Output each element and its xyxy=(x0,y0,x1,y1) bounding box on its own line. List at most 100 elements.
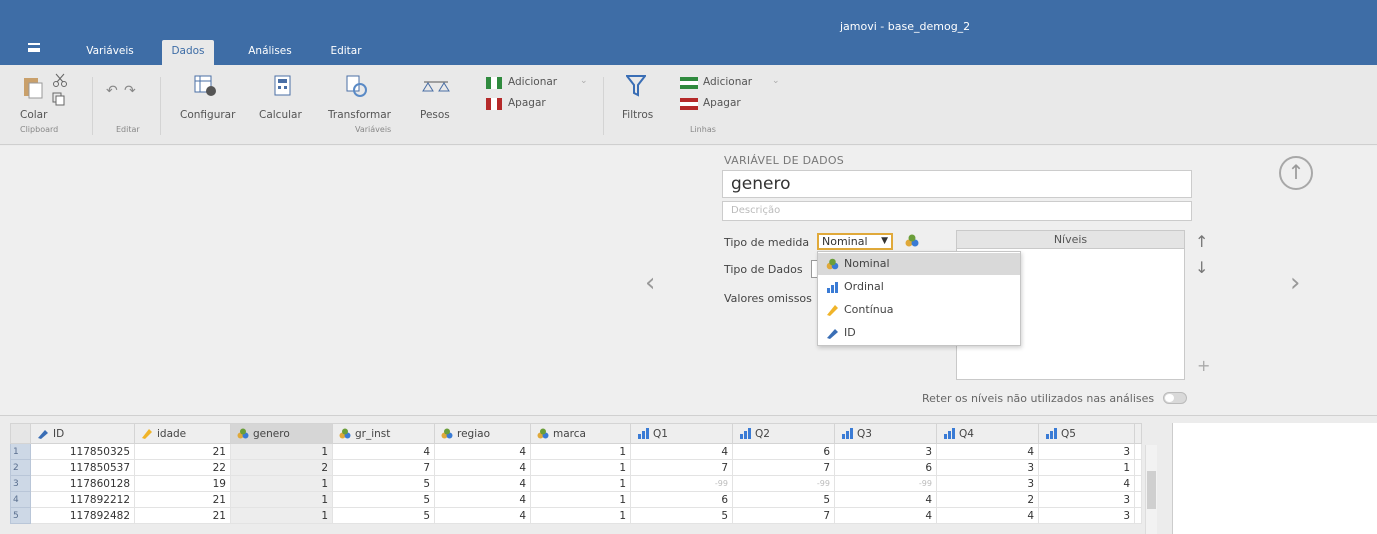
table-cell[interactable]: 21 xyxy=(134,443,231,460)
table-cell[interactable]: 4 xyxy=(434,491,531,508)
table-cell[interactable]: 6 xyxy=(732,443,835,460)
table-cell[interactable]: 1 xyxy=(530,475,631,492)
copy-icon[interactable] xyxy=(52,92,66,106)
add-row-icon[interactable] xyxy=(680,77,698,89)
column-header[interactable]: ID xyxy=(30,423,135,444)
table-cell[interactable]: 1 xyxy=(230,507,333,524)
table-cell[interactable]: 3 xyxy=(1038,443,1135,460)
table-cell[interactable]: 19 xyxy=(134,475,231,492)
table-cell[interactable]: 4 xyxy=(434,475,531,492)
tab-analises[interactable]: Análises xyxy=(240,40,300,65)
tab-variaveis[interactable]: Variáveis xyxy=(78,40,142,65)
table-cell[interactable]: 6 xyxy=(834,459,937,476)
table-cell[interactable]: 1 xyxy=(530,491,631,508)
table-cell[interactable]: 4 xyxy=(936,443,1039,460)
previous-variable-icon[interactable]: ‹ xyxy=(645,268,655,298)
table-cell[interactable]: 7 xyxy=(332,459,435,476)
table-cell[interactable]: 117850537 xyxy=(30,459,135,476)
weights-button[interactable]: Pesos xyxy=(420,109,450,121)
table-cell[interactable]: 5 xyxy=(630,507,733,524)
table-cell[interactable]: -99 xyxy=(732,475,835,492)
table-cell[interactable]: 3 xyxy=(1038,507,1135,524)
column-header[interactable]: genero xyxy=(230,423,333,444)
move-level-down-icon[interactable]: ↓ xyxy=(1195,258,1208,277)
dropdown-option-ordinal[interactable]: Ordinal xyxy=(818,276,1020,298)
table-cell[interactable]: 1 xyxy=(230,475,333,492)
table-cell[interactable]: 1 xyxy=(1038,459,1135,476)
table-cell-partial[interactable] xyxy=(1134,459,1142,476)
delete-row-icon[interactable] xyxy=(680,98,698,110)
column-header[interactable]: Q5 xyxy=(1038,423,1135,444)
filters-button[interactable]: Filtros xyxy=(622,109,653,121)
table-cell[interactable]: 4 xyxy=(834,507,937,524)
add-variable-icon[interactable] xyxy=(486,77,502,89)
add-row-dropdown-icon[interactable]: ⌄ xyxy=(772,76,780,86)
table-cell[interactable]: 7 xyxy=(732,507,835,524)
table-cell[interactable]: 4 xyxy=(834,491,937,508)
undo-icon[interactable]: ↶ xyxy=(106,83,118,99)
table-cell-partial[interactable] xyxy=(1134,475,1142,492)
move-level-up-icon[interactable]: ↑ xyxy=(1195,232,1208,251)
table-cell[interactable]: 5 xyxy=(332,507,435,524)
table-cell[interactable]: 117892212 xyxy=(30,491,135,508)
column-header[interactable]: gr_inst xyxy=(332,423,435,444)
delete-variable-button[interactable]: Apagar xyxy=(508,97,546,109)
table-cell[interactable]: 2 xyxy=(936,491,1039,508)
tab-editar[interactable]: Editar xyxy=(322,40,370,65)
delete-row-button[interactable]: Apagar xyxy=(703,97,741,109)
setup-icon[interactable] xyxy=(194,75,218,97)
table-cell[interactable]: -99 xyxy=(834,475,937,492)
table-cell[interactable]: 3 xyxy=(936,475,1039,492)
row-number[interactable]: 3 xyxy=(10,475,31,492)
table-cell[interactable]: 1 xyxy=(230,443,333,460)
compute-button[interactable]: Calcular xyxy=(259,109,302,121)
measure-type-select[interactable]: Nominal ▼ xyxy=(817,233,893,250)
table-cell[interactable]: 117850325 xyxy=(30,443,135,460)
transform-button[interactable]: Transformar xyxy=(328,109,391,121)
row-number[interactable]: 2 xyxy=(10,459,31,476)
variable-description-input[interactable]: Descrição xyxy=(722,201,1192,221)
table-cell-partial[interactable] xyxy=(1134,443,1142,460)
table-cell[interactable]: 3 xyxy=(834,443,937,460)
row-number[interactable]: 1 xyxy=(10,443,31,460)
column-header[interactable]: marca xyxy=(530,423,631,444)
table-cell[interactable]: 21 xyxy=(134,507,231,524)
table-cell[interactable]: 7 xyxy=(630,459,733,476)
retain-unused-levels-toggle[interactable] xyxy=(1163,392,1187,404)
table-cell[interactable]: 3 xyxy=(1038,491,1135,508)
paste-icon[interactable] xyxy=(23,75,45,99)
table-cell-partial[interactable] xyxy=(1134,507,1142,524)
compute-icon[interactable] xyxy=(274,75,292,97)
weights-icon[interactable] xyxy=(421,77,451,95)
vertical-scrollbar[interactable] xyxy=(1145,445,1157,534)
redo-icon[interactable]: ↷ xyxy=(124,83,136,99)
scrollbar-thumb[interactable] xyxy=(1147,471,1156,509)
table-cell[interactable]: 1 xyxy=(530,459,631,476)
tab-dados[interactable]: Dados xyxy=(162,40,214,65)
dropdown-option-nominal[interactable]: Nominal xyxy=(818,253,1020,275)
table-cell[interactable]: 5 xyxy=(332,491,435,508)
transform-icon[interactable] xyxy=(346,75,368,97)
row-number[interactable]: 5 xyxy=(10,507,31,524)
add-variable-button[interactable]: Adicionar xyxy=(508,76,557,88)
collapse-editor-icon[interactable]: ↑ xyxy=(1279,156,1313,190)
table-cell[interactable]: 6 xyxy=(630,491,733,508)
table-cell[interactable]: 2 xyxy=(230,459,333,476)
hamburger-menu-icon[interactable] xyxy=(28,43,40,52)
add-level-icon[interactable]: + xyxy=(1197,356,1210,375)
table-cell[interactable]: 4 xyxy=(936,507,1039,524)
table-cell[interactable]: 117860128 xyxy=(30,475,135,492)
column-header[interactable]: idade xyxy=(134,423,231,444)
add-variable-dropdown-icon[interactable]: ⌄ xyxy=(580,76,588,86)
table-cell[interactable]: 4 xyxy=(332,443,435,460)
table-cell[interactable]: 7 xyxy=(732,459,835,476)
table-cell[interactable]: 1 xyxy=(530,507,631,524)
table-cell[interactable]: 5 xyxy=(332,475,435,492)
delete-variable-icon[interactable] xyxy=(486,98,502,110)
table-cell[interactable]: 3 xyxy=(936,459,1039,476)
table-cell[interactable]: 1 xyxy=(530,443,631,460)
paste-button[interactable]: Colar xyxy=(20,109,47,121)
table-cell[interactable]: 117892482 xyxy=(30,507,135,524)
variable-name-input[interactable]: genero xyxy=(722,170,1192,198)
table-cell[interactable]: 4 xyxy=(434,443,531,460)
